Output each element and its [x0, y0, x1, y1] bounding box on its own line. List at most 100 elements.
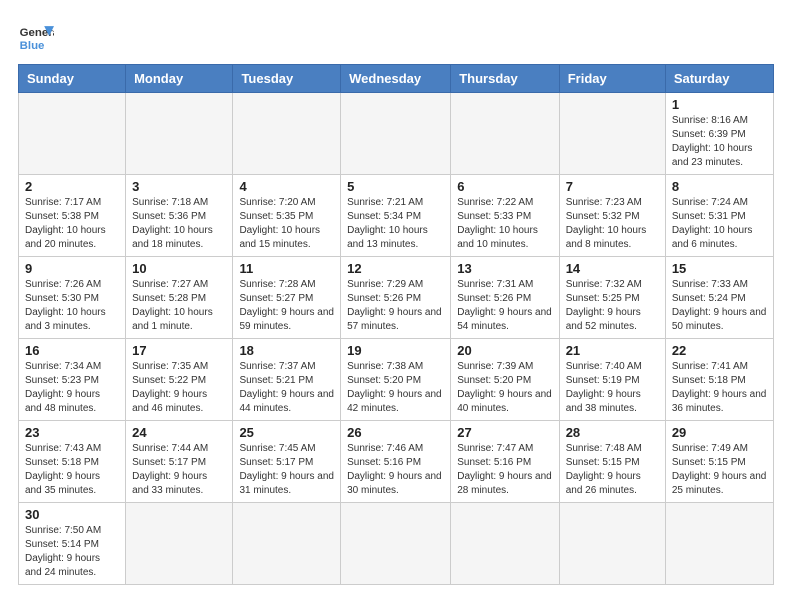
calendar-cell: 8 Sunrise: 7:24 AM Sunset: 5:31 PM Daylig…	[665, 175, 773, 257]
day-number: 3	[132, 179, 226, 194]
header: General Blue	[18, 18, 774, 54]
day-number: 22	[672, 343, 767, 358]
logo: General Blue	[18, 18, 58, 54]
calendar-week-6: 30 Sunrise: 7:50 AM Sunset: 5:14 PM Dayli…	[19, 503, 774, 585]
calendar-cell: 3 Sunrise: 7:18 AM Sunset: 5:36 PM Daylig…	[126, 175, 233, 257]
calendar-cell: 16 Sunrise: 7:34 AM Sunset: 5:23 PM Dayli…	[19, 339, 126, 421]
day-info: Sunrise: 7:34 AM Sunset: 5:23 PM Dayligh…	[25, 360, 119, 416]
day-number: 12	[347, 261, 444, 276]
calendar-cell: 10 Sunrise: 7:27 AM Sunset: 5:28 PM Dayli…	[126, 257, 233, 339]
calendar-week-5: 23 Sunrise: 7:43 AM Sunset: 5:18 PM Dayli…	[19, 421, 774, 503]
calendar-cell: 15 Sunrise: 7:33 AM Sunset: 5:24 PM Dayli…	[665, 257, 773, 339]
calendar-cell: 20Sunrise: 7:39 AM Sunset: 5:20 PM Dayli…	[451, 339, 559, 421]
day-info: Sunrise: 7:35 AM Sunset: 5:22 PM Dayligh…	[132, 360, 226, 416]
day-number: 11	[239, 261, 334, 276]
calendar-cell: 2Sunrise: 7:17 AM Sunset: 5:38 PM Daylig…	[19, 175, 126, 257]
day-info: Sunrise: 7:50 AM Sunset: 5:14 PM Dayligh…	[25, 524, 119, 580]
calendar-cell: 23 Sunrise: 7:43 AM Sunset: 5:18 PM Dayli…	[19, 421, 126, 503]
day-number: 5	[347, 179, 444, 194]
day-number: 6	[457, 179, 552, 194]
day-info: Sunrise: 7:43 AM Sunset: 5:18 PM Dayligh…	[25, 442, 119, 498]
day-info: Sunrise: 7:47 AM Sunset: 5:16 PM Dayligh…	[457, 442, 552, 498]
day-number: 30	[25, 507, 119, 522]
calendar-cell	[233, 503, 341, 585]
day-number: 14	[566, 261, 659, 276]
day-number: 15	[672, 261, 767, 276]
calendar-cell: 12 Sunrise: 7:29 AM Sunset: 5:26 PM Dayli…	[341, 257, 451, 339]
weekday-header-sunday: Sunday	[19, 65, 126, 93]
day-number: 29	[672, 425, 767, 440]
day-number: 17	[132, 343, 226, 358]
day-number: 20	[457, 343, 552, 358]
day-number: 10	[132, 261, 226, 276]
calendar-cell: 17 Sunrise: 7:35 AM Sunset: 5:22 PM Dayli…	[126, 339, 233, 421]
calendar-cell: 21Sunrise: 7:40 AM Sunset: 5:19 PM Dayli…	[559, 339, 665, 421]
calendar-cell: 19Sunrise: 7:38 AM Sunset: 5:20 PM Dayli…	[341, 339, 451, 421]
day-info: Sunrise: 7:29 AM Sunset: 5:26 PM Dayligh…	[347, 278, 444, 334]
day-info: Sunrise: 7:18 AM Sunset: 5:36 PM Dayligh…	[132, 196, 226, 252]
calendar-cell: 22Sunrise: 7:41 AM Sunset: 5:18 PM Dayli…	[665, 339, 773, 421]
day-info: Sunrise: 7:44 AM Sunset: 5:17 PM Dayligh…	[132, 442, 226, 498]
day-number: 9	[25, 261, 119, 276]
day-info: Sunrise: 7:38 AM Sunset: 5:20 PM Dayligh…	[347, 360, 444, 416]
day-number: 24	[132, 425, 226, 440]
calendar-cell	[665, 503, 773, 585]
calendar-cell	[233, 93, 341, 175]
svg-text:Blue: Blue	[20, 40, 45, 52]
calendar-cell: 7 Sunrise: 7:23 AM Sunset: 5:32 PM Daylig…	[559, 175, 665, 257]
day-info: Sunrise: 7:21 AM Sunset: 5:34 PM Dayligh…	[347, 196, 444, 252]
calendar-cell: 9 Sunrise: 7:26 AM Sunset: 5:30 PM Daylig…	[19, 257, 126, 339]
day-number: 8	[672, 179, 767, 194]
calendar-cell: 5 Sunrise: 7:21 AM Sunset: 5:34 PM Daylig…	[341, 175, 451, 257]
day-info: Sunrise: 7:49 AM Sunset: 5:15 PM Dayligh…	[672, 442, 767, 498]
day-number: 21	[566, 343, 659, 358]
weekday-header-friday: Friday	[559, 65, 665, 93]
calendar-week-2: 2Sunrise: 7:17 AM Sunset: 5:38 PM Daylig…	[19, 175, 774, 257]
day-info: Sunrise: 7:23 AM Sunset: 5:32 PM Dayligh…	[566, 196, 659, 252]
weekday-header-wednesday: Wednesday	[341, 65, 451, 93]
day-info: Sunrise: 7:20 AM Sunset: 5:35 PM Dayligh…	[239, 196, 334, 252]
day-info: Sunrise: 7:37 AM Sunset: 5:21 PM Dayligh…	[239, 360, 334, 416]
day-number: 16	[25, 343, 119, 358]
calendar-cell	[559, 503, 665, 585]
day-number: 23	[25, 425, 119, 440]
day-info: Sunrise: 7:48 AM Sunset: 5:15 PM Dayligh…	[566, 442, 659, 498]
day-info: Sunrise: 7:24 AM Sunset: 5:31 PM Dayligh…	[672, 196, 767, 252]
calendar-cell	[126, 93, 233, 175]
calendar-cell: 14Sunrise: 7:32 AM Sunset: 5:25 PM Dayli…	[559, 257, 665, 339]
day-number: 13	[457, 261, 552, 276]
day-info: Sunrise: 7:46 AM Sunset: 5:16 PM Dayligh…	[347, 442, 444, 498]
calendar-page: General Blue SundayMondayTuesdayWednesda…	[0, 0, 792, 595]
weekday-header-monday: Monday	[126, 65, 233, 93]
day-info: Sunrise: 7:26 AM Sunset: 5:30 PM Dayligh…	[25, 278, 119, 334]
calendar-cell: 11 Sunrise: 7:28 AM Sunset: 5:27 PM Dayli…	[233, 257, 341, 339]
day-number: 27	[457, 425, 552, 440]
calendar-week-3: 9 Sunrise: 7:26 AM Sunset: 5:30 PM Daylig…	[19, 257, 774, 339]
calendar-cell: 4Sunrise: 7:20 AM Sunset: 5:35 PM Daylig…	[233, 175, 341, 257]
logo-icon: General Blue	[18, 18, 54, 54]
calendar-cell: 26Sunrise: 7:46 AM Sunset: 5:16 PM Dayli…	[341, 421, 451, 503]
day-info: Sunrise: 7:22 AM Sunset: 5:33 PM Dayligh…	[457, 196, 552, 252]
calendar-week-1: 1Sunrise: 8:16 AM Sunset: 6:39 PM Daylig…	[19, 93, 774, 175]
calendar-cell	[341, 503, 451, 585]
calendar-cell: 25Sunrise: 7:45 AM Sunset: 5:17 PM Dayli…	[233, 421, 341, 503]
calendar-cell: 24 Sunrise: 7:44 AM Sunset: 5:17 PM Dayli…	[126, 421, 233, 503]
weekday-header-thursday: Thursday	[451, 65, 559, 93]
day-info: Sunrise: 7:31 AM Sunset: 5:26 PM Dayligh…	[457, 278, 552, 334]
day-info: Sunrise: 7:27 AM Sunset: 5:28 PM Dayligh…	[132, 278, 226, 334]
calendar-table: SundayMondayTuesdayWednesdayThursdayFrid…	[18, 64, 774, 585]
calendar-cell	[451, 503, 559, 585]
weekday-header-tuesday: Tuesday	[233, 65, 341, 93]
calendar-cell: 13 Sunrise: 7:31 AM Sunset: 5:26 PM Dayli…	[451, 257, 559, 339]
day-info: Sunrise: 7:33 AM Sunset: 5:24 PM Dayligh…	[672, 278, 767, 334]
day-info: Sunrise: 7:28 AM Sunset: 5:27 PM Dayligh…	[239, 278, 334, 334]
day-number: 7	[566, 179, 659, 194]
calendar-cell: 28Sunrise: 7:48 AM Sunset: 5:15 PM Dayli…	[559, 421, 665, 503]
day-info: Sunrise: 7:45 AM Sunset: 5:17 PM Dayligh…	[239, 442, 334, 498]
calendar-cell	[126, 503, 233, 585]
calendar-cell	[451, 93, 559, 175]
day-number: 18	[239, 343, 334, 358]
calendar-cell	[341, 93, 451, 175]
day-number: 2	[25, 179, 119, 194]
day-number: 1	[672, 97, 767, 112]
